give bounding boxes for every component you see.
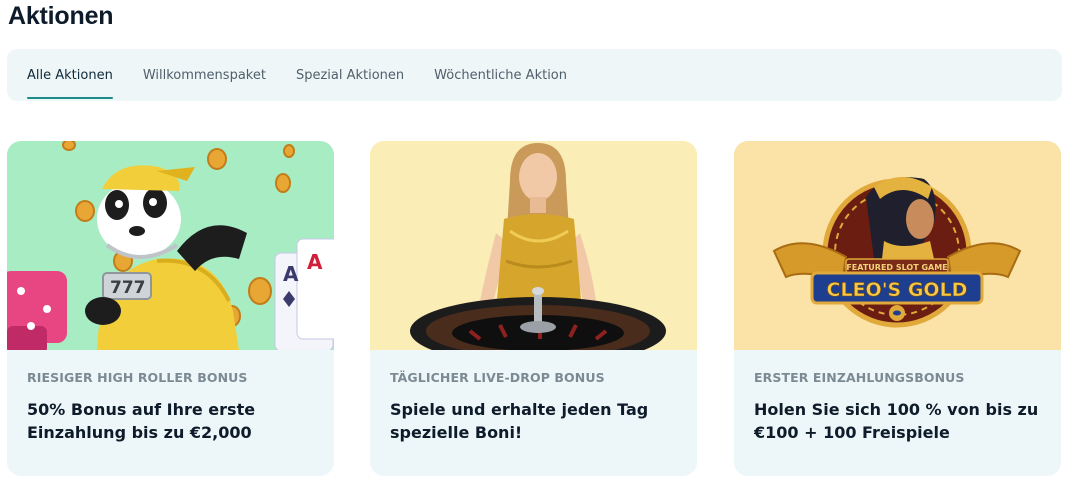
tab-spezial-aktionen[interactable]: Spezial Aktionen (296, 49, 404, 101)
promo-image-roulette-dealer (370, 141, 697, 350)
card-headline: Holen Sie sich 100 % von bis zu €100 + 1… (754, 400, 1039, 442)
card-category: RIESIGER HIGH ROLLER BONUS (27, 370, 248, 385)
promotion-cards: A A 777 RIESIGER HIGH ROLLER BONUS 50% B… (7, 141, 1062, 477)
promo-card-first-deposit[interactable]: FEATURED SLOT GAME CLEO'S GOLD ERSTER EI… (734, 141, 1061, 476)
promo-card-live-drop[interactable]: TÄGLICHER LIVE-DROP BONUS Spiele und erh… (370, 141, 697, 476)
promo-image-cleos-gold: FEATURED SLOT GAME CLEO'S GOLD (734, 141, 1061, 350)
card-headline: Spiele und erhalte jeden Tag spezielle B… (390, 400, 649, 442)
tab-alle-aktionen[interactable]: Alle Aktionen (27, 49, 113, 101)
svg-text:A: A (307, 250, 323, 274)
card-headline: 50% Bonus auf Ihre erste Einzahlung bis … (27, 400, 256, 442)
logo-badge-text: FEATURED SLOT GAME (846, 263, 947, 272)
promo-card-high-roller[interactable]: A A 777 RIESIGER HIGH ROLLER BONUS 50% B… (7, 141, 334, 476)
page-title: Aktionen (8, 2, 114, 30)
card-category: TÄGLICHER LIVE-DROP BONUS (390, 370, 605, 385)
tab-willkommenspaket[interactable]: Willkommenspaket (143, 49, 266, 101)
tab-woechentliche-aktion[interactable]: Wöchentliche Aktion (434, 49, 567, 101)
svg-text:777: 777 (110, 278, 146, 298)
panda-illustration: A A 777 (7, 141, 334, 350)
promo-image-panda: A A 777 (7, 141, 334, 350)
promotions-tab-bar: Alle Aktionen Willkommenspaket Spezial A… (7, 49, 1062, 101)
logo-title-text: CLEO'S GOLD (827, 279, 968, 301)
svg-text:A: A (283, 262, 299, 286)
roulette-dealer-illustration (370, 141, 697, 350)
card-category: ERSTER EINZAHLUNGSBONUS (754, 370, 965, 385)
cleos-gold-logo: FEATURED SLOT GAME CLEO'S GOLD (734, 141, 1061, 350)
